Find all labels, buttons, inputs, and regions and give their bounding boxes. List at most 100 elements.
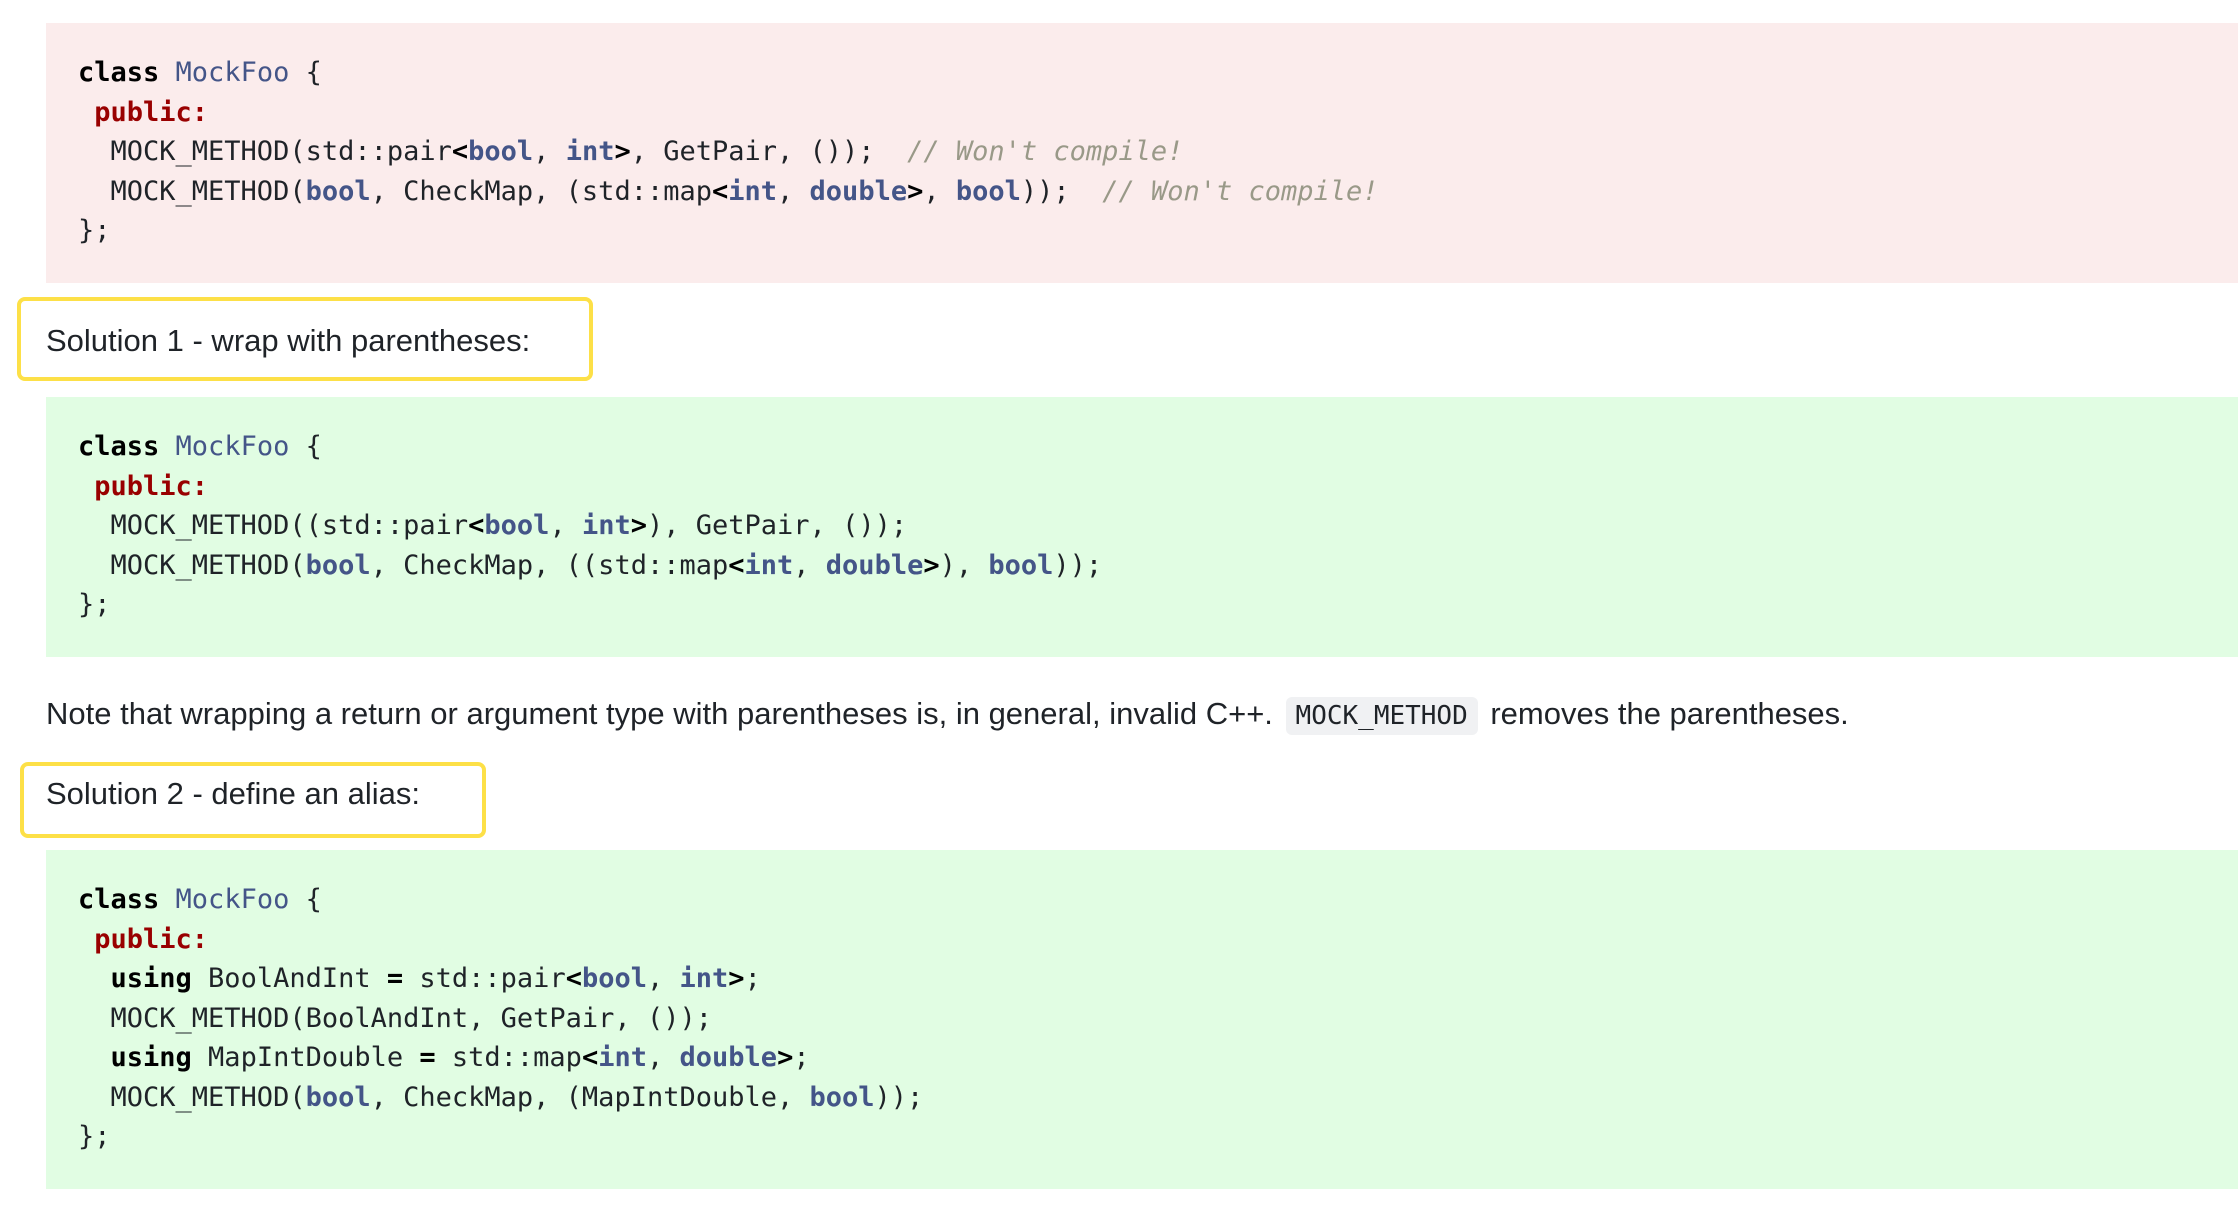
code-token: public:	[94, 96, 209, 128]
code-token: >	[630, 510, 647, 541]
code-token: MockFoo	[175, 431, 290, 462]
code-line: };	[78, 1117, 2238, 1157]
code-token: bool	[809, 1081, 875, 1113]
code-token: bool	[468, 136, 534, 167]
code-token: int	[728, 175, 778, 207]
note-paragraph: Note that wrapping a return or argument …	[46, 694, 1849, 736]
code-line: MOCK_METHOD(BoolAndInt, GetPair, ());	[78, 999, 2238, 1039]
code-token: >	[614, 136, 631, 167]
code-token: ),	[939, 549, 989, 581]
code-token: ,	[777, 175, 810, 207]
code-token: ;	[744, 963, 761, 994]
inline-code-mock-method: MOCK_METHOD	[1285, 697, 1478, 735]
code-token: =	[419, 1042, 436, 1073]
code-line: MOCK_METHOD(std::pair<bool, int>, GetPai…	[78, 132, 2238, 172]
code-token: std::pair	[403, 963, 566, 994]
code-token: {	[289, 431, 322, 462]
code-token: bool	[305, 549, 371, 581]
code-token: >	[907, 175, 924, 207]
code-line: class MockFoo {	[78, 880, 2238, 920]
code-token: MOCK_METHOD(	[78, 549, 306, 581]
code-token: , CheckMap, ((std::map	[370, 549, 729, 581]
code-token: ,	[549, 510, 582, 541]
code-token: ,	[923, 175, 956, 207]
code-token: double	[809, 175, 908, 207]
code-token: {	[289, 57, 322, 88]
code-token: MockFoo	[175, 884, 290, 915]
solution-1-label: Solution 1 - wrap with parentheses:	[46, 323, 531, 358]
code-token: MOCK_METHOD(std::pair	[78, 136, 452, 167]
code-token: <	[451, 136, 469, 167]
code-token: =	[386, 963, 404, 994]
code-line: MOCK_METHOD(bool, CheckMap, (std::map<in…	[78, 172, 2238, 212]
code-token: MOCK_METHOD(	[78, 175, 306, 207]
solution-2-label: Solution 2 - define an alias:	[46, 776, 420, 811]
code-token: ));	[1020, 175, 1103, 207]
code-token: <	[728, 549, 745, 581]
code-block-solution-1: class MockFoo { public: MOCK_METHOD((std…	[46, 397, 2238, 657]
code-token: ), GetPair, ());	[647, 510, 908, 541]
code-token: <	[468, 510, 485, 541]
code-token: <	[581, 1042, 599, 1073]
code-token: double	[679, 1042, 778, 1073]
code-token: , GetPair, ());	[630, 136, 908, 167]
code-token: ,	[533, 136, 566, 167]
code-token: int	[565, 136, 615, 167]
code-line: public:	[78, 467, 2238, 507]
note-text-after: removes the parentheses.	[1490, 696, 1849, 731]
code-token: bool	[988, 549, 1054, 581]
code-token: double	[825, 549, 924, 581]
code-token: BoolAndInt	[191, 963, 387, 994]
code-token: int	[679, 963, 729, 994]
code-token: int	[744, 549, 794, 581]
code-token: int	[598, 1042, 647, 1073]
code-token: using	[110, 963, 192, 994]
code-token: // Won't compile!	[907, 136, 1184, 167]
code-token: >	[923, 549, 940, 581]
code-token: class	[78, 57, 160, 88]
code-token: bool	[581, 963, 647, 994]
code-line: class MockFoo {	[78, 427, 2238, 467]
code-token: >	[777, 1042, 794, 1073]
code-line: MOCK_METHOD((std::pair<bool, int>), GetP…	[78, 506, 2238, 546]
code-token: // Won't compile!	[1102, 175, 1379, 207]
code-token: ;	[793, 1042, 810, 1073]
code-token: MOCK_METHOD((std::pair	[78, 510, 469, 541]
code-line: MOCK_METHOD(bool, CheckMap, ((std::map<i…	[78, 546, 2238, 586]
code-token: bool	[484, 510, 550, 541]
code-line: class MockFoo {	[78, 53, 2238, 93]
code-block-solution-2: class MockFoo { public: using BoolAndInt…	[46, 850, 2238, 1189]
code-token: MOCK_METHOD(	[78, 1081, 306, 1113]
code-token: };	[78, 589, 111, 620]
code-token: ,	[647, 963, 680, 994]
code-line: using MapIntDouble = std::map<int, doubl…	[78, 1038, 2238, 1078]
code-token: };	[78, 215, 111, 246]
code-token: int	[581, 510, 631, 541]
code-token: public:	[94, 470, 209, 502]
code-token: };	[78, 1121, 111, 1152]
code-token: >	[728, 963, 745, 994]
code-token: , CheckMap, (MapIntDouble,	[370, 1081, 810, 1113]
code-token: std::map	[435, 1042, 582, 1073]
code-token: {	[289, 884, 322, 915]
code-token: ,	[647, 1042, 680, 1073]
code-token: ));	[874, 1081, 924, 1113]
code-line: public:	[78, 93, 2238, 133]
code-token: using	[110, 1042, 192, 1073]
code-token: <	[711, 175, 729, 207]
code-token: MOCK_METHOD(BoolAndInt, GetPair, ());	[78, 1002, 712, 1034]
code-token: class	[78, 884, 160, 915]
code-line: };	[78, 211, 2238, 251]
code-token: <	[565, 963, 582, 994]
code-token: ,	[793, 549, 826, 581]
code-token: class	[78, 431, 160, 462]
code-line: public:	[78, 920, 2238, 960]
code-token: ));	[1053, 549, 1103, 581]
code-block-wont-compile: class MockFoo { public: MOCK_METHOD(std:…	[46, 23, 2238, 283]
